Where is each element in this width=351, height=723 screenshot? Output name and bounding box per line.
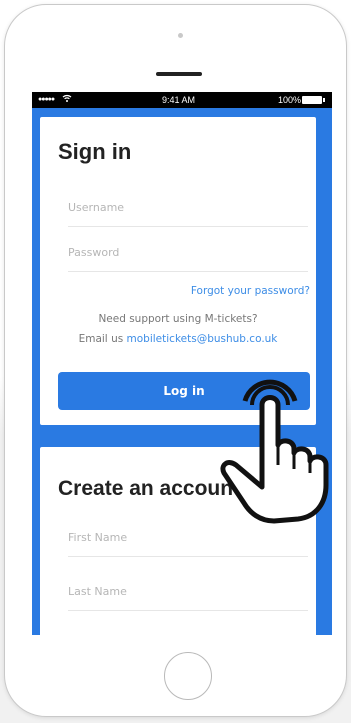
phone-screen: ●●●●● 9:41 AM 100% Sign in Username Pass… <box>32 92 332 635</box>
phone-speaker <box>156 72 202 76</box>
email-prefix: Email us <box>78 333 127 345</box>
signal-icon: ●●●●● <box>38 96 55 103</box>
battery-icon <box>302 96 325 104</box>
support-email-line: Email us mobiletickets@bushub.co.uk <box>40 333 316 345</box>
last-name-field[interactable]: Last Name <box>68 571 308 611</box>
username-field[interactable]: Username <box>68 187 308 227</box>
support-text: Need support using M-tickets? <box>98 313 258 325</box>
signin-title: Sign in <box>58 139 132 164</box>
phone-camera <box>178 33 183 38</box>
status-bar: ●●●●● 9:41 AM 100% <box>32 92 332 108</box>
home-button[interactable] <box>164 652 212 700</box>
status-time: 9:41 AM <box>162 95 196 105</box>
forgot-password-link[interactable]: Forgot your password? <box>160 285 310 297</box>
battery-percent: 100% <box>278 95 302 105</box>
tap-hand-icon <box>200 365 340 525</box>
wifi-icon <box>62 93 72 106</box>
support-email-link[interactable]: mobiletickets@bushub.co.uk <box>127 333 278 345</box>
password-field[interactable]: Password <box>68 232 308 272</box>
